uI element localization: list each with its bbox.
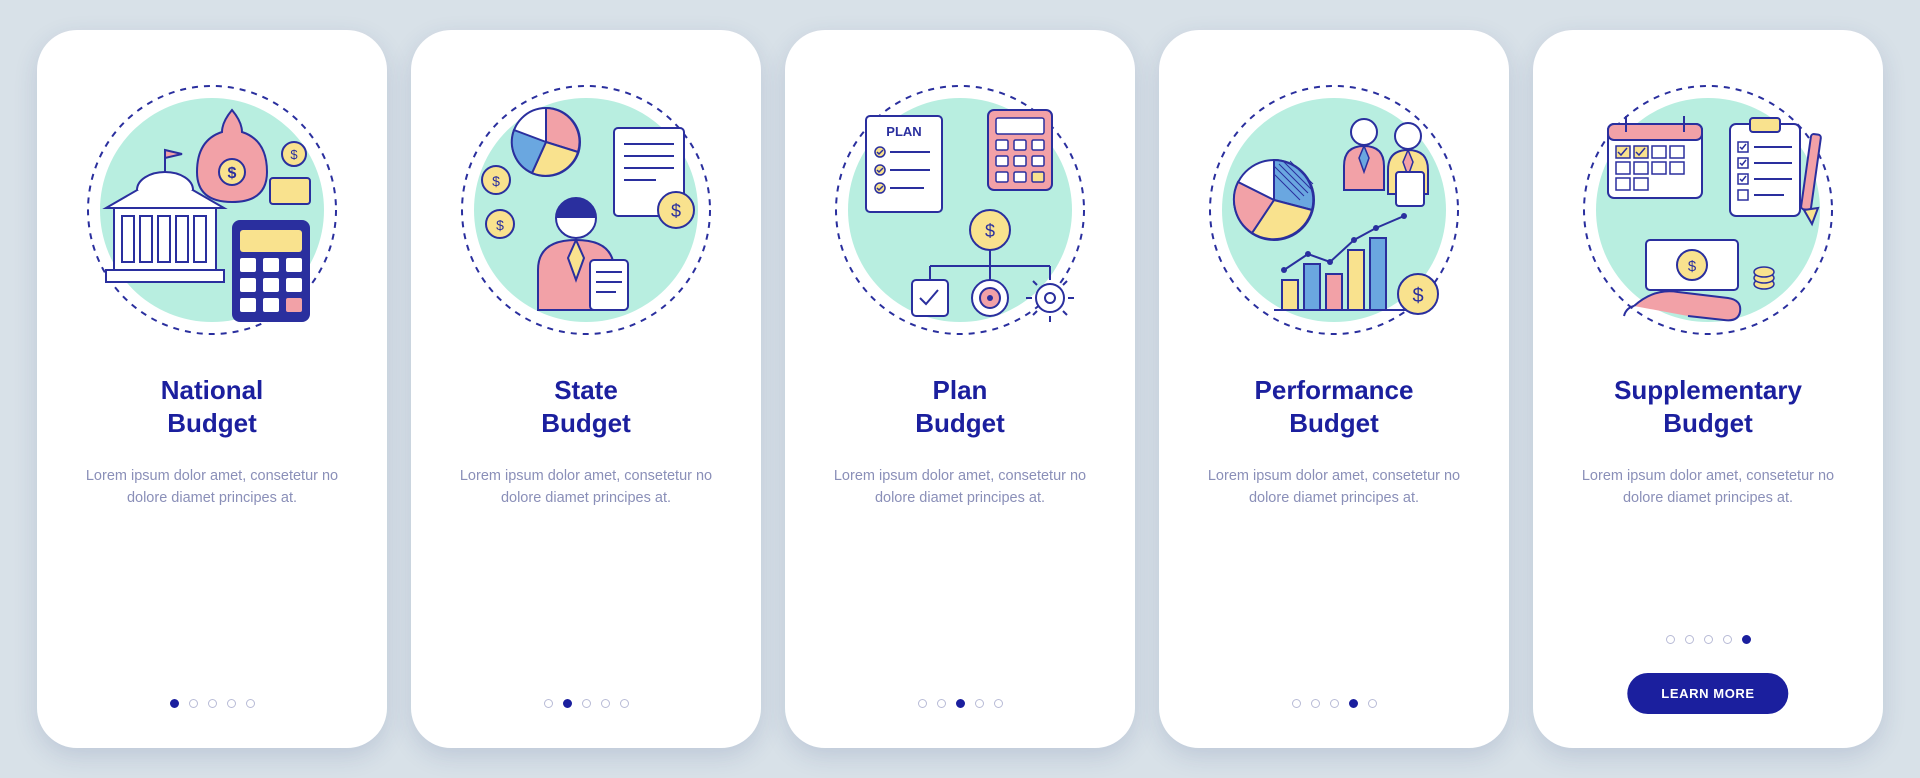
dot-2[interactable] bbox=[937, 699, 946, 708]
screen-description: Lorem ipsum dolor amet, consetetur no do… bbox=[82, 465, 342, 510]
dot-1[interactable] bbox=[170, 699, 179, 708]
svg-text:$: $ bbox=[228, 165, 237, 182]
plan-budget-illustration: PLAN bbox=[830, 80, 1090, 340]
invoice-icon: $ bbox=[614, 128, 694, 228]
screen-description: Lorem ipsum dolor amet, consetetur no do… bbox=[1578, 465, 1838, 510]
screen-title: Plan Budget bbox=[915, 374, 1005, 439]
dot-1[interactable] bbox=[544, 699, 553, 708]
dot-2[interactable] bbox=[563, 699, 572, 708]
pagination-dots bbox=[785, 699, 1135, 708]
pagination-dots bbox=[411, 699, 761, 708]
dot-5[interactable] bbox=[1742, 635, 1751, 644]
dot-5[interactable] bbox=[620, 699, 629, 708]
dot-3[interactable] bbox=[1704, 635, 1713, 644]
dot-3[interactable] bbox=[582, 699, 591, 708]
screen-title: Supplementary Budget bbox=[1614, 374, 1802, 439]
onboarding-screen-national: $ $ bbox=[37, 30, 387, 748]
screen-title: State Budget bbox=[541, 374, 631, 439]
screen-description: Lorem ipsum dolor amet, consetetur no do… bbox=[830, 465, 1090, 510]
dot-4[interactable] bbox=[601, 699, 610, 708]
calculator-icon bbox=[988, 110, 1052, 190]
svg-text:$: $ bbox=[671, 201, 681, 221]
state-budget-illustration: $ $ $ bbox=[456, 80, 716, 340]
dot-3[interactable] bbox=[1330, 699, 1339, 708]
dot-5[interactable] bbox=[1368, 699, 1377, 708]
pie-chart-icon bbox=[1234, 160, 1314, 240]
pagination-dots bbox=[1159, 699, 1509, 708]
dot-4[interactable] bbox=[1349, 699, 1358, 708]
gear-icon bbox=[1026, 274, 1074, 322]
svg-text:PLAN: PLAN bbox=[886, 124, 921, 139]
dot-4[interactable] bbox=[975, 699, 984, 708]
illustration-supplementary: $ bbox=[1578, 80, 1838, 340]
dot-2[interactable] bbox=[1685, 635, 1694, 644]
supplementary-budget-illustration: $ bbox=[1578, 80, 1838, 340]
dot-4[interactable] bbox=[227, 699, 236, 708]
dot-3[interactable] bbox=[956, 699, 965, 708]
illustration-national: $ $ bbox=[82, 80, 342, 340]
plan-sheet-icon: PLAN bbox=[866, 116, 942, 212]
svg-text:$: $ bbox=[496, 217, 504, 233]
calculator-icon bbox=[232, 220, 310, 322]
national-budget-illustration: $ $ bbox=[82, 80, 342, 340]
performance-budget-illustration: $ bbox=[1204, 80, 1464, 340]
onboarding-screen-supplementary: $ Supplementary Budget Lorem ipsum dolor… bbox=[1533, 30, 1883, 748]
dot-2[interactable] bbox=[1311, 699, 1320, 708]
dot-3[interactable] bbox=[208, 699, 217, 708]
dot-1[interactable] bbox=[918, 699, 927, 708]
dot-1[interactable] bbox=[1292, 699, 1301, 708]
illustration-state: $ $ $ bbox=[456, 80, 716, 340]
screen-title: Performance Budget bbox=[1255, 374, 1414, 439]
screen-description: Lorem ipsum dolor amet, consetetur no do… bbox=[1204, 465, 1464, 510]
learn-more-button[interactable]: LEARN MORE bbox=[1627, 673, 1788, 714]
pie-chart-icon bbox=[512, 108, 580, 176]
svg-text:$: $ bbox=[1412, 285, 1423, 307]
screen-description: Lorem ipsum dolor amet, consetetur no do… bbox=[456, 465, 716, 510]
calendar-icon bbox=[1608, 116, 1702, 198]
svg-text:$: $ bbox=[1688, 258, 1697, 275]
illustration-performance: $ bbox=[1204, 80, 1464, 340]
onboarding-screen-state: $ $ $ bbox=[411, 30, 761, 748]
illustration-plan: PLAN bbox=[830, 80, 1090, 340]
dot-5[interactable] bbox=[246, 699, 255, 708]
svg-text:$: $ bbox=[492, 173, 500, 189]
svg-text:$: $ bbox=[985, 221, 995, 241]
dot-2[interactable] bbox=[189, 699, 198, 708]
dot-4[interactable] bbox=[1723, 635, 1732, 644]
clipboard-check-icon bbox=[1730, 118, 1800, 216]
dot-1[interactable] bbox=[1666, 635, 1675, 644]
onboarding-screen-plan: PLAN bbox=[785, 30, 1135, 748]
dot-5[interactable] bbox=[994, 699, 1003, 708]
pagination-dots bbox=[37, 699, 387, 708]
pagination-dots bbox=[1533, 635, 1883, 644]
onboarding-screen-performance: $ Performance Budget Lorem ipsum dolor a… bbox=[1159, 30, 1509, 748]
svg-text:$: $ bbox=[290, 147, 298, 162]
screen-title: National Budget bbox=[161, 374, 264, 439]
